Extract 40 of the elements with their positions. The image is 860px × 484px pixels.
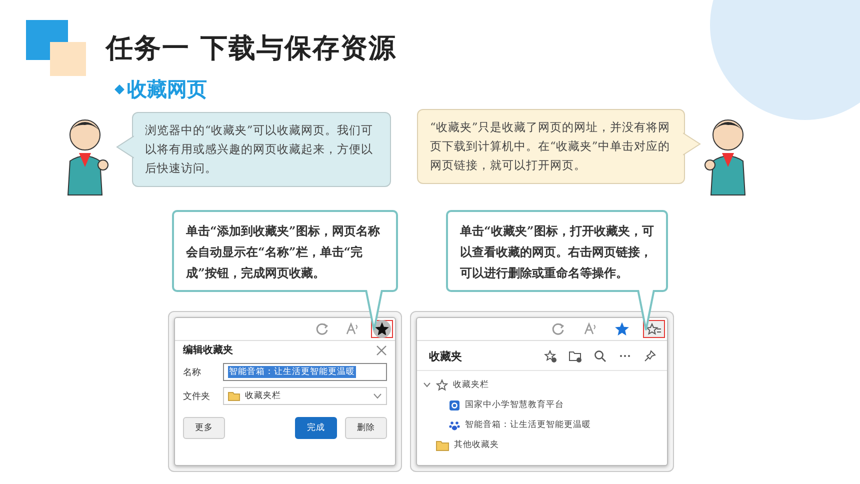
- bubble-tail: [683, 132, 701, 156]
- logo-squares: [26, 20, 86, 76]
- dialog-title: 编辑收藏夹: [183, 344, 233, 357]
- slide-title: 任务一 下载与保存资源: [106, 32, 396, 66]
- field-label: 文件夹: [183, 390, 211, 402]
- close-icon[interactable]: [376, 344, 387, 356]
- section-heading: 收藏网页: [127, 76, 207, 103]
- add-favorite-icon[interactable]: [544, 350, 557, 363]
- read-aloud-icon: [345, 322, 359, 336]
- add-folder-icon[interactable]: [569, 350, 582, 363]
- dialog-button[interactable]: 完成: [295, 417, 337, 439]
- site-logo-icon: [449, 400, 460, 410]
- refresh-icon: [315, 322, 329, 336]
- field-label: 名称: [183, 366, 202, 378]
- name-field[interactable]: 智能音箱：让生活更智能更温暖: [223, 363, 387, 381]
- paw-icon: [449, 420, 460, 430]
- dialog-button[interactable]: 删除: [345, 417, 387, 439]
- folder-icon: [228, 391, 240, 401]
- favorite-item[interactable]: 国家中小学智慧教育平台: [465, 399, 564, 411]
- favorites-list-icon: [646, 322, 662, 336]
- field-value: 收藏夹栏: [245, 390, 281, 402]
- star-icon: [436, 379, 448, 391]
- panel-title: 收藏夹: [429, 349, 463, 364]
- field-value: 智能音箱：让生活更智能更温暖: [228, 366, 356, 378]
- read-aloud-icon: [583, 322, 597, 336]
- star-icon: [373, 320, 391, 338]
- folder-icon: [436, 440, 449, 450]
- favorite-item[interactable]: 其他收藏夹: [454, 439, 499, 451]
- favorite-item[interactable]: 收藏夹栏: [453, 379, 489, 391]
- chevron-icon[interactable]: [423, 382, 431, 388]
- search-icon[interactable]: [594, 350, 607, 363]
- chevron-down-icon: [373, 393, 382, 399]
- dialog-button[interactable]: 更多: [183, 417, 225, 439]
- pin-icon[interactable]: [644, 350, 657, 363]
- refresh-icon: [551, 322, 565, 336]
- star-icon: [615, 322, 629, 336]
- toolbar-button[interactable]: [371, 320, 393, 338]
- folder-dropdown[interactable]: 收藏夹栏: [223, 387, 387, 405]
- favorite-item[interactable]: 智能音箱：让生活更智能更温暖: [465, 419, 591, 431]
- bubble-tail: [116, 135, 134, 159]
